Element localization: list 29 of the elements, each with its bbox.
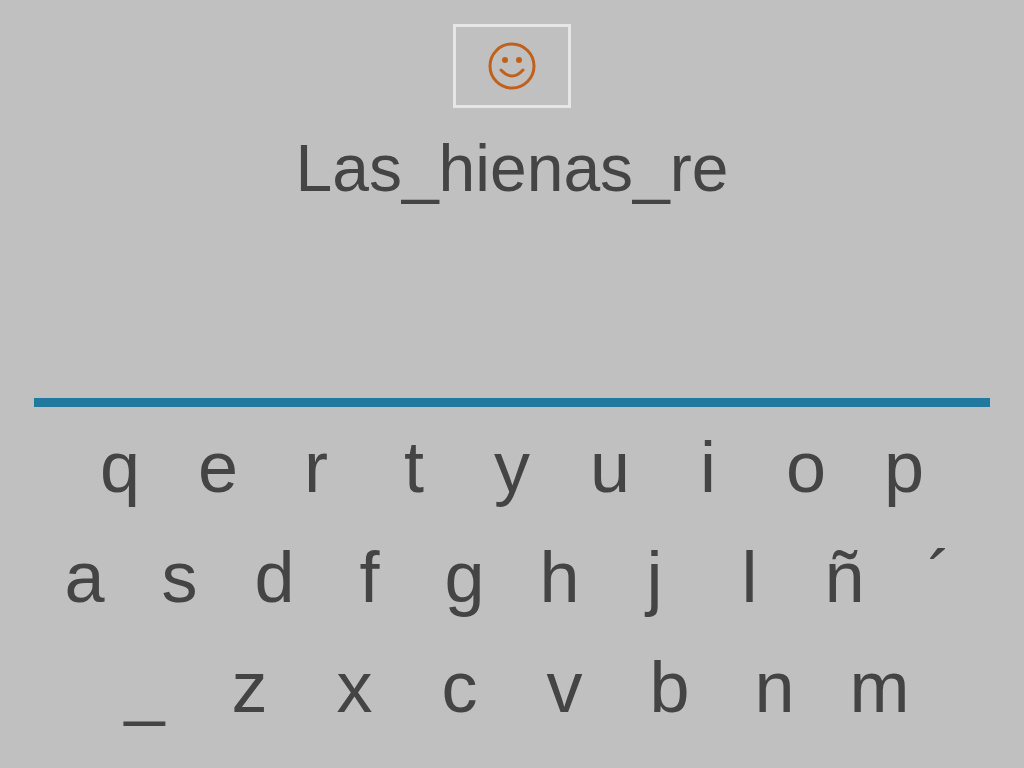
letter-key[interactable]: o bbox=[757, 425, 855, 509]
letter-key[interactable]: ´ bbox=[892, 535, 987, 619]
letter-key[interactable]: l bbox=[702, 535, 797, 619]
letter-key[interactable]: i bbox=[659, 425, 757, 509]
letter-key[interactable]: n bbox=[722, 645, 827, 729]
letter-key[interactable]: d bbox=[227, 535, 322, 619]
letter-key[interactable]: h bbox=[512, 535, 607, 619]
smiley-icon bbox=[487, 41, 537, 91]
answer-text: Las_hienas_re bbox=[295, 130, 729, 207]
letter-key[interactable]: x bbox=[302, 645, 407, 729]
letter-key[interactable]: z bbox=[197, 645, 302, 729]
letter-key[interactable]: p bbox=[855, 425, 953, 509]
letter-key[interactable]: _ bbox=[92, 645, 197, 729]
letter-key[interactable]: t bbox=[365, 425, 463, 509]
letter-key[interactable]: b bbox=[617, 645, 722, 729]
letter-key[interactable]: q bbox=[71, 425, 169, 509]
letter-key[interactable]: ñ bbox=[797, 535, 892, 619]
letter-key[interactable]: a bbox=[37, 535, 132, 619]
letter-key[interactable]: g bbox=[417, 535, 512, 619]
letter-key[interactable]: s bbox=[132, 535, 227, 619]
letter-key[interactable]: j bbox=[607, 535, 702, 619]
letter-key[interactable]: e bbox=[169, 425, 267, 509]
letter-key[interactable]: y bbox=[463, 425, 561, 509]
letter-key[interactable]: m bbox=[827, 645, 932, 729]
letter-key[interactable]: f bbox=[322, 535, 417, 619]
letter-key[interactable]: r bbox=[267, 425, 365, 509]
letter-key[interactable]: u bbox=[561, 425, 659, 509]
letter-key[interactable]: v bbox=[512, 645, 617, 729]
letter-key[interactable]: c bbox=[407, 645, 512, 729]
